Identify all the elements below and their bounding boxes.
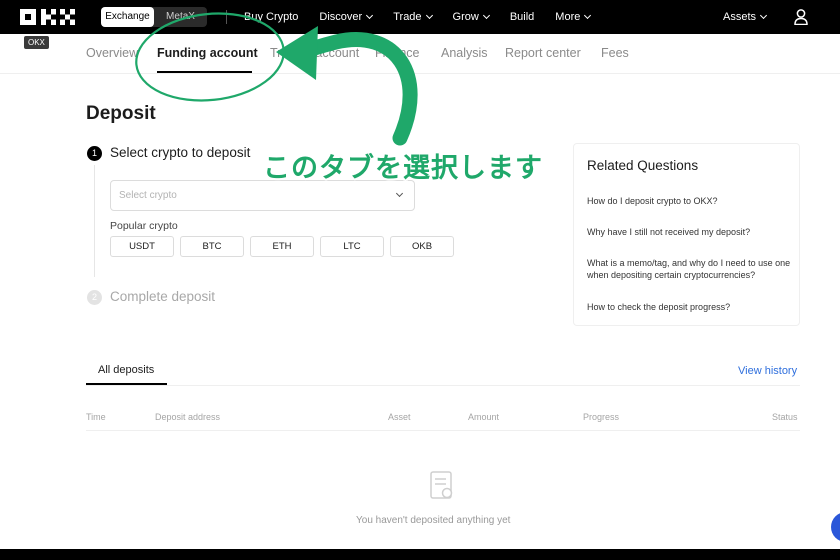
exchange-metax-toggle: Exchange MetaX: [101, 7, 207, 27]
chevron-down-icon: [395, 189, 404, 198]
tab-fees[interactable]: Fees: [601, 46, 629, 60]
menu-label: Grow: [452, 11, 479, 23]
nav-divider: [226, 10, 227, 24]
tab-all-deposits[interactable]: All deposits: [98, 364, 154, 376]
menu-build[interactable]: Build: [510, 11, 534, 23]
related-questions-title: Related Questions: [587, 158, 699, 173]
chevron-down-icon: [584, 11, 592, 20]
asset-subtabs: Overview Funding account Trading account…: [0, 34, 840, 74]
chevron-down-icon: [482, 11, 490, 20]
empty-state-text: You haven't deposited anything yet: [356, 515, 511, 526]
step-1-label: Select crypto to deposit: [110, 145, 251, 160]
menu-grow[interactable]: Grow: [452, 11, 490, 23]
top-nav: Exchange MetaX Buy Crypto Discover Trade…: [0, 0, 840, 34]
question-link[interactable]: What is a memo/tag, and why do I need to…: [587, 257, 792, 281]
assets-menu[interactable]: Assets: [723, 0, 768, 34]
assets-label: Assets: [723, 11, 757, 23]
step-1-marker: 1: [87, 146, 102, 161]
chevron-down-icon: [425, 11, 433, 20]
popular-crypto-list: USDT BTC ETH LTC OKB: [110, 236, 454, 257]
bottom-bar: [0, 549, 840, 560]
menu-more[interactable]: More: [555, 11, 592, 23]
question-link[interactable]: How do I deposit crypto to OKX?: [587, 195, 792, 207]
okx-logo[interactable]: [20, 9, 80, 25]
crypto-chip-eth[interactable]: ETH: [250, 236, 314, 257]
main-menu: Buy Crypto Discover Trade Grow Build Mor…: [244, 0, 611, 34]
question-link[interactable]: How to check the deposit progress?: [587, 301, 792, 313]
crypto-chip-ltc[interactable]: LTC: [320, 236, 384, 257]
menu-buy-crypto[interactable]: Buy Crypto: [244, 11, 298, 23]
column-header-progress: Progress: [583, 412, 620, 422]
popular-crypto-label: Popular crypto: [110, 220, 178, 232]
step-2-marker: 2: [87, 290, 102, 305]
help-chat-button[interactable]: [831, 512, 840, 542]
active-tab-indicator: [157, 71, 252, 73]
crypto-select-placeholder: Select crypto: [119, 190, 177, 201]
divider: [86, 430, 800, 431]
menu-label: More: [555, 11, 581, 23]
exchange-toggle-button[interactable]: Exchange: [101, 7, 154, 27]
tab-finance[interactable]: Finance: [375, 46, 419, 60]
related-questions-panel: Related Questions How do I deposit crypt…: [573, 143, 800, 326]
menu-trade[interactable]: Trade: [393, 11, 433, 23]
column-header-asset: Asset: [388, 412, 411, 422]
menu-label: Build: [509, 11, 535, 23]
tab-overview[interactable]: Overview: [86, 46, 138, 60]
step-connector: [94, 165, 95, 277]
step-2-label: Complete deposit: [110, 289, 216, 304]
column-header-deposit-address: Deposit address: [155, 412, 221, 422]
menu-label: Trade: [393, 11, 422, 23]
column-header-time: Time: [86, 412, 106, 422]
tab-funding-account[interactable]: Funding account: [157, 46, 258, 60]
tab-analysis[interactable]: Analysis: [441, 46, 488, 60]
annotation-text: このタブを選択します: [263, 153, 543, 184]
tab-report-center[interactable]: Report center: [505, 46, 581, 60]
divider: [86, 385, 800, 386]
empty-document-icon: [430, 471, 454, 501]
crypto-chip-okb[interactable]: OKB: [390, 236, 454, 257]
chevron-down-icon: [366, 11, 374, 20]
column-header-status: Status: [772, 412, 798, 422]
metax-toggle-button[interactable]: MetaX: [154, 7, 207, 27]
question-link[interactable]: Why have I still not received my deposit…: [587, 226, 792, 238]
tab-trading-account[interactable]: Trading account: [270, 46, 359, 60]
menu-label: Discover: [319, 11, 363, 23]
user-icon[interactable]: [794, 9, 808, 26]
chevron-down-icon: [759, 11, 768, 20]
page-title: Deposit: [86, 103, 156, 124]
menu-discover[interactable]: Discover: [319, 11, 374, 23]
crypto-chip-btc[interactable]: BTC: [180, 236, 244, 257]
crypto-chip-usdt[interactable]: USDT: [110, 236, 174, 257]
view-history-link[interactable]: View history: [738, 365, 797, 377]
column-header-amount: Amount: [468, 412, 500, 422]
menu-label: Buy Crypto: [244, 11, 299, 23]
